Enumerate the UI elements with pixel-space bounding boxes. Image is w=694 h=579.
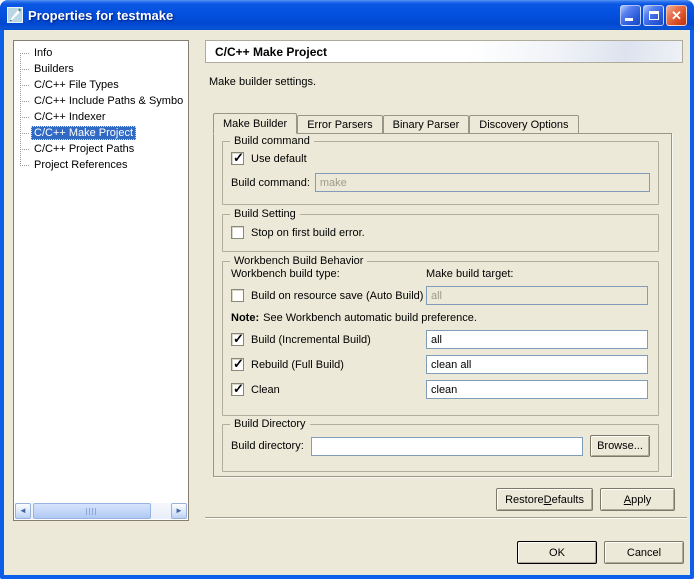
scrollbar-track[interactable] — [31, 503, 171, 519]
tree-horizontal-scrollbar[interactable]: ◄ ► — [15, 503, 187, 519]
page-header: C/C++ Make Project — [205, 40, 683, 63]
sidebar-item-include-paths[interactable]: C/C++ Include Paths & Symbo — [14, 93, 188, 109]
properties-tree: Info Builders C/C++ File Types C/C++ Inc… — [13, 40, 189, 521]
clean-label: Clean — [251, 384, 280, 396]
properties-icon — [7, 7, 23, 23]
close-icon: ✕ — [667, 7, 686, 24]
restore-defaults-button[interactable]: Restore Defaults — [496, 488, 593, 511]
maximize-icon — [649, 11, 659, 20]
page-description: Make builder settings. — [209, 76, 316, 88]
minimize-button[interactable] — [620, 5, 641, 26]
build-setting-group: Build Setting Stop on first build error. — [222, 214, 659, 252]
properties-dialog: Properties for testmake ✕ Info Builders … — [0, 0, 694, 579]
tab-bar: Make Builder Error Parsers Binary Parser… — [213, 112, 579, 133]
build-command-input[interactable] — [315, 173, 650, 192]
incremental-build-target-input[interactable] — [426, 330, 648, 349]
sidebar-item-indexer[interactable]: C/C++ Indexer — [14, 109, 188, 125]
sidebar-item-builders[interactable]: Builders — [14, 61, 188, 77]
scrollbar-grip-icon — [86, 508, 98, 515]
cancel-button[interactable]: Cancel — [604, 541, 684, 564]
button-separator — [205, 517, 687, 519]
auto-build-target-input[interactable] — [426, 286, 648, 305]
maximize-button[interactable] — [643, 5, 664, 26]
stop-on-error-label: Stop on first build error. — [251, 227, 365, 239]
close-button[interactable]: ✕ — [666, 5, 687, 26]
make-build-target-label: Make build target: — [426, 268, 513, 280]
minimize-icon — [625, 18, 633, 21]
scrollbar-thumb[interactable] — [33, 503, 151, 519]
build-command-legend: Build command — [230, 135, 314, 147]
scroll-right-arrow-icon[interactable]: ► — [171, 503, 187, 519]
clean-checkbox[interactable] — [231, 383, 244, 396]
build-directory-input[interactable] — [311, 437, 583, 456]
workbench-legend: Workbench Build Behavior — [230, 255, 367, 267]
build-directory-group: Build Directory Build directory: Browse.… — [222, 424, 659, 472]
build-command-group: Build command Use default Build command: — [222, 141, 659, 205]
build-directory-label: Build directory: — [231, 440, 311, 452]
tab-binary-parser[interactable]: Binary Parser — [383, 115, 470, 133]
workbench-build-behavior-group: Workbench Build Behavior Workbench build… — [222, 261, 659, 416]
auto-build-label: Build on resource save (Auto Build) — [251, 290, 423, 302]
build-setting-legend: Build Setting — [230, 208, 300, 220]
make-builder-panel: Build command Use default Build command:… — [213, 133, 672, 477]
sidebar-item-file-types[interactable]: C/C++ File Types — [14, 77, 188, 93]
dialog-body: Info Builders C/C++ File Types C/C++ Inc… — [4, 30, 690, 575]
clean-target-input[interactable] — [426, 380, 648, 399]
workbench-build-type-label: Workbench build type: — [231, 268, 426, 280]
incremental-build-checkbox[interactable] — [231, 333, 244, 346]
sidebar-item-make-project[interactable]: C/C++ Make Project — [14, 125, 188, 141]
rebuild-target-input[interactable] — [426, 355, 648, 374]
apply-button[interactable]: Apply — [600, 488, 675, 511]
build-directory-legend: Build Directory — [230, 418, 310, 430]
rebuild-label: Rebuild (Full Build) — [251, 359, 344, 371]
sidebar-item-info[interactable]: Info — [14, 45, 188, 61]
titlebar[interactable]: Properties for testmake ✕ — [0, 0, 694, 30]
sidebar-item-project-paths[interactable]: C/C++ Project Paths — [14, 141, 188, 157]
sidebar-item-project-references[interactable]: Project References — [14, 157, 188, 173]
tab-error-parsers[interactable]: Error Parsers — [297, 115, 382, 133]
page-title: C/C++ Make Project — [215, 45, 327, 59]
rebuild-checkbox[interactable] — [231, 358, 244, 371]
use-default-checkbox[interactable] — [231, 152, 244, 165]
ok-button[interactable]: OK — [517, 541, 597, 564]
window-title: Properties for testmake — [28, 8, 173, 23]
build-command-label: Build command: — [231, 177, 310, 189]
scroll-left-arrow-icon[interactable]: ◄ — [15, 503, 31, 519]
stop-on-error-checkbox[interactable] — [231, 226, 244, 239]
auto-build-checkbox[interactable] — [231, 289, 244, 302]
workbench-note: Note:See Workbench automatic build prefe… — [231, 312, 650, 324]
tab-discovery-options[interactable]: Discovery Options — [469, 115, 578, 133]
browse-button[interactable]: Browse... — [590, 435, 650, 457]
use-default-label: Use default — [251, 153, 307, 165]
incremental-build-label: Build (Incremental Build) — [251, 334, 371, 346]
tab-make-builder[interactable]: Make Builder — [213, 113, 297, 134]
